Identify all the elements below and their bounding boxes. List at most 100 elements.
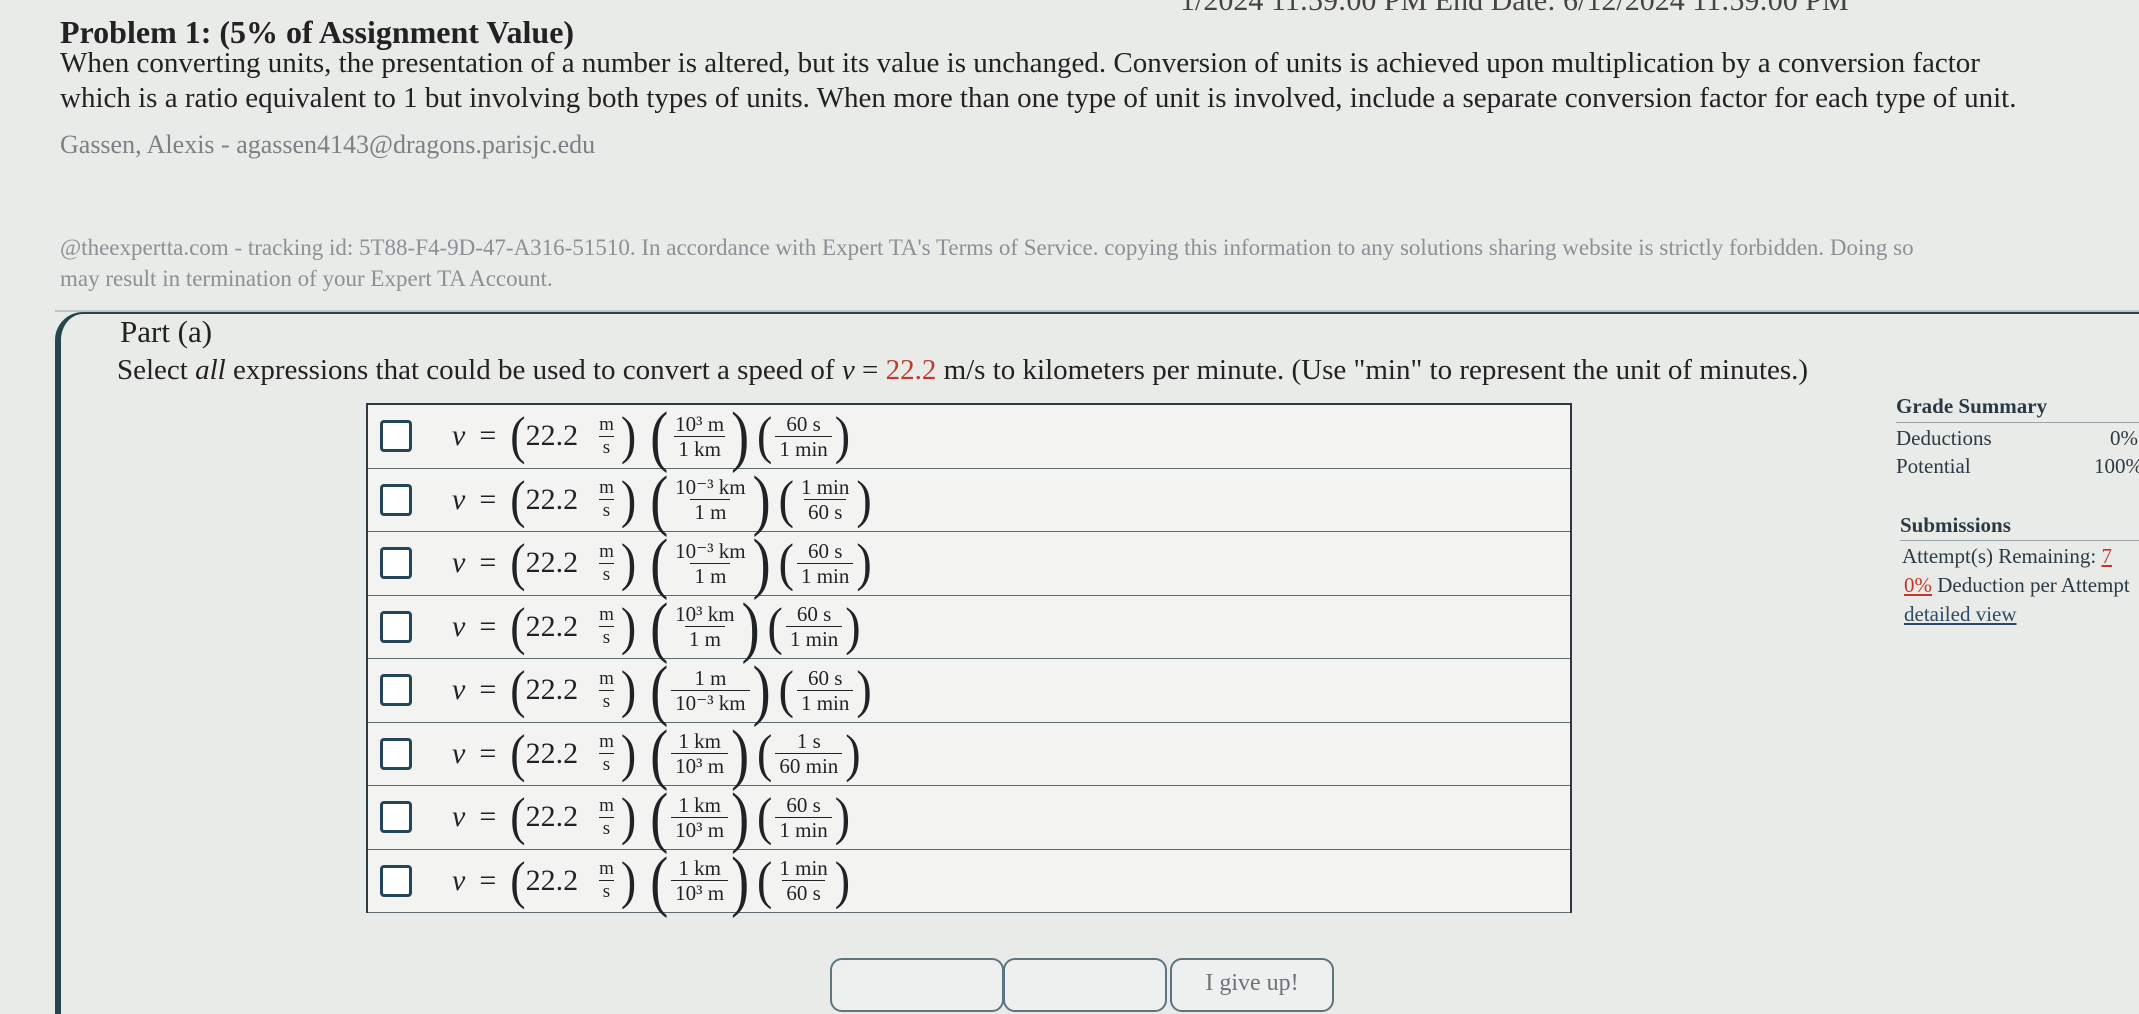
attempts-value[interactable]: 7 (2101, 544, 2112, 568)
potential-value: 100% (2094, 454, 2139, 478)
factor1-denominator: 1 m (690, 499, 731, 524)
paren-open: ( (510, 787, 526, 846)
unit-numerator: m (599, 794, 614, 816)
factor2-denominator: 1 min (796, 689, 854, 715)
unit-denominator: s (598, 880, 615, 903)
expr-value: 22.2 (525, 546, 579, 580)
option-checkbox[interactable] (380, 801, 412, 834)
conversion-factor-1: 10³ km 1 m (671, 602, 738, 651)
factor2-numerator: 60 s (807, 538, 843, 563)
problem-line-1: When converting units, the presentation … (60, 47, 1980, 79)
option-row[interactable]: v = ( 22.2 m s ) ( 10³ km 1 m ) ( 60 s 1… (368, 589, 1570, 665)
question-value: 22.2 (885, 354, 937, 386)
unit-numerator: m (599, 413, 614, 435)
paren-close: ) (731, 398, 750, 474)
deduction-per-attempt: 0% Deduction per Attempt (1904, 573, 2130, 598)
deduction-value[interactable]: 0% (1904, 573, 1932, 597)
paren-open: ( (510, 469, 526, 529)
factor2-denominator: 1 min (785, 626, 843, 651)
expr-variable: v (452, 736, 466, 770)
paren-close: ) (620, 787, 637, 846)
option-expression: v = ( 22.2 m s ) ( 1 km 10³ m ) ( 1 min … (452, 847, 850, 915)
expr-value: 22.2 (525, 609, 579, 643)
tracking-line-2: may result in termination of your Expert… (60, 266, 553, 291)
attempts-label: Attempt(s) Remaining: (1902, 544, 2102, 568)
factor2-numerator: 1 s (796, 729, 821, 754)
conversion-factor-2: 60 s 1 min (796, 538, 854, 588)
option-checkbox[interactable] (380, 483, 412, 516)
grade-summary-underline (1896, 422, 2139, 423)
expr-equals: = (479, 609, 497, 643)
factor1-numerator: 1 km (678, 856, 721, 881)
option-expression: v = ( 22.2 m s ) ( 10⁻³ km 1 m ) ( 1 min… (452, 466, 872, 534)
submit-button[interactable] (830, 958, 1004, 1012)
option-checkbox[interactable] (380, 674, 412, 707)
paren-open: ( (510, 406, 526, 465)
factor2-numerator: 60 s (807, 665, 843, 690)
conversion-factor-1: 1 km 10³ m (671, 856, 729, 905)
question-emphasis: all (195, 354, 226, 386)
problem-line-2: which is a ratio equivalent to 1 but inv… (60, 82, 2017, 114)
question-prefix: Select (117, 354, 196, 386)
option-row[interactable]: v = ( 22.2 m s ) ( 1 km 10³ m ) ( 1 s 60… (368, 720, 1570, 788)
detailed-view-link[interactable]: detailed view (1904, 602, 2017, 627)
unit-fraction: m s (595, 858, 618, 903)
options-list: v = ( 22.2 m s ) ( 10³ m 1 km ) ( 60 s 1… (366, 398, 1572, 915)
option-checkbox[interactable] (380, 420, 412, 453)
option-row[interactable]: v = ( 22.2 m s ) ( 10⁻³ km 1 m ) ( 60 s … (368, 530, 1570, 598)
option-checkbox[interactable] (380, 737, 412, 770)
paren-close: ) (620, 723, 637, 783)
paren-close: ) (845, 723, 861, 783)
paren-open: ( (650, 589, 669, 665)
option-row[interactable]: v = ( 22.2 m s ) ( 10³ m 1 km ) ( 60 s 1… (368, 398, 1570, 474)
unit-denominator: s (598, 753, 615, 776)
unit-denominator: s (598, 435, 615, 459)
factor1-denominator: 10⁻³ km (671, 689, 750, 715)
factor1-numerator: 10⁻³ km (675, 475, 746, 500)
expr-variable: v (452, 482, 466, 516)
paren-close: ) (856, 533, 872, 592)
hint-button[interactable] (1003, 958, 1167, 1012)
paren-close: ) (834, 406, 851, 465)
end-date: 1/2024 11:59:00 PM End Date: 6/12/2024 1… (1180, 0, 1849, 17)
unit-denominator: s (598, 816, 615, 840)
option-expression: v = ( 22.2 m s ) ( 10⁻³ km 1 m ) ( 60 s … (452, 530, 872, 598)
question-variable: v (841, 354, 855, 386)
factor1-denominator: 10³ m (671, 753, 729, 778)
unit-denominator: s (598, 499, 615, 522)
give-up-button[interactable]: I give up! (1170, 958, 1334, 1012)
paren-close: ) (752, 525, 771, 601)
conversion-factor-1: 10³ m 1 km (671, 412, 728, 461)
factor2-numerator: 60 s (786, 792, 821, 817)
submissions-title: Submissions (1900, 513, 2011, 537)
part-title: Part (a) (120, 314, 213, 349)
option-row[interactable]: v = ( 22.2 m s ) ( 1 m 10⁻³ km ) ( 60 s … (368, 657, 1570, 724)
unit-denominator: s (598, 626, 615, 649)
expr-value: 22.2 (525, 863, 579, 897)
paren-open: ( (778, 533, 794, 592)
unit-numerator: m (599, 540, 614, 562)
option-expression: v = ( 22.2 m s ) ( 1 km 10³ m ) ( 60 s 1… (452, 784, 850, 852)
unit-fraction: m s (595, 795, 618, 840)
factor1-numerator: 1 km (678, 729, 721, 754)
expr-value: 22.2 (525, 482, 579, 516)
expr-equals: = (479, 546, 497, 580)
paren-open: ( (510, 660, 526, 719)
option-checkbox[interactable] (380, 864, 412, 897)
unit-numerator: m (599, 604, 614, 626)
expr-value: 22.2 (525, 419, 579, 453)
option-row[interactable]: v = ( 22.2 m s ) ( 1 km 10³ m ) ( 1 min … (368, 847, 1570, 915)
paren-open: ( (650, 398, 669, 474)
paren-open: ( (650, 525, 669, 601)
conversion-factor-2: 60 s 1 min (775, 792, 832, 842)
option-row[interactable]: v = ( 22.2 m s ) ( 10⁻³ km 1 m ) ( 1 min… (368, 466, 1570, 534)
paren-open: ( (650, 716, 669, 792)
paren-open: ( (757, 723, 773, 783)
expr-variable: v (452, 800, 466, 834)
option-checkbox[interactable] (380, 547, 412, 580)
factor2-denominator: 1 min (775, 816, 832, 842)
option-expression: v = ( 22.2 m s ) ( 1 km 10³ m ) ( 1 s 60… (452, 720, 861, 788)
option-row[interactable]: v = ( 22.2 m s ) ( 1 km 10³ m ) ( 60 s 1… (368, 784, 1570, 852)
option-checkbox[interactable] (380, 610, 412, 643)
paren-open: ( (757, 787, 773, 846)
